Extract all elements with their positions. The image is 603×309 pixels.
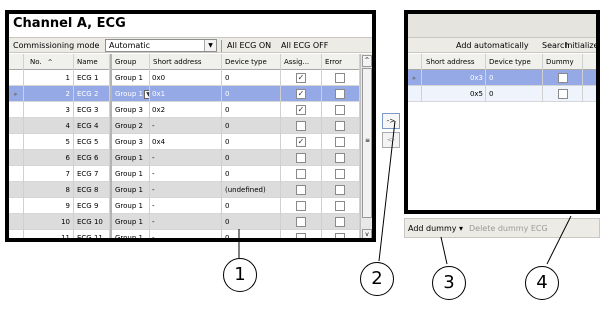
callout-3: 3 [432,266,466,300]
leader-line-4 [546,215,572,265]
leader-line-2 [378,120,396,262]
callout-1: 1 [223,258,257,292]
callout-leader-lines [238,120,572,265]
callout-2: 2 [360,262,394,296]
callout-4: 4 [525,266,559,300]
leader-line-3 [440,236,448,265]
